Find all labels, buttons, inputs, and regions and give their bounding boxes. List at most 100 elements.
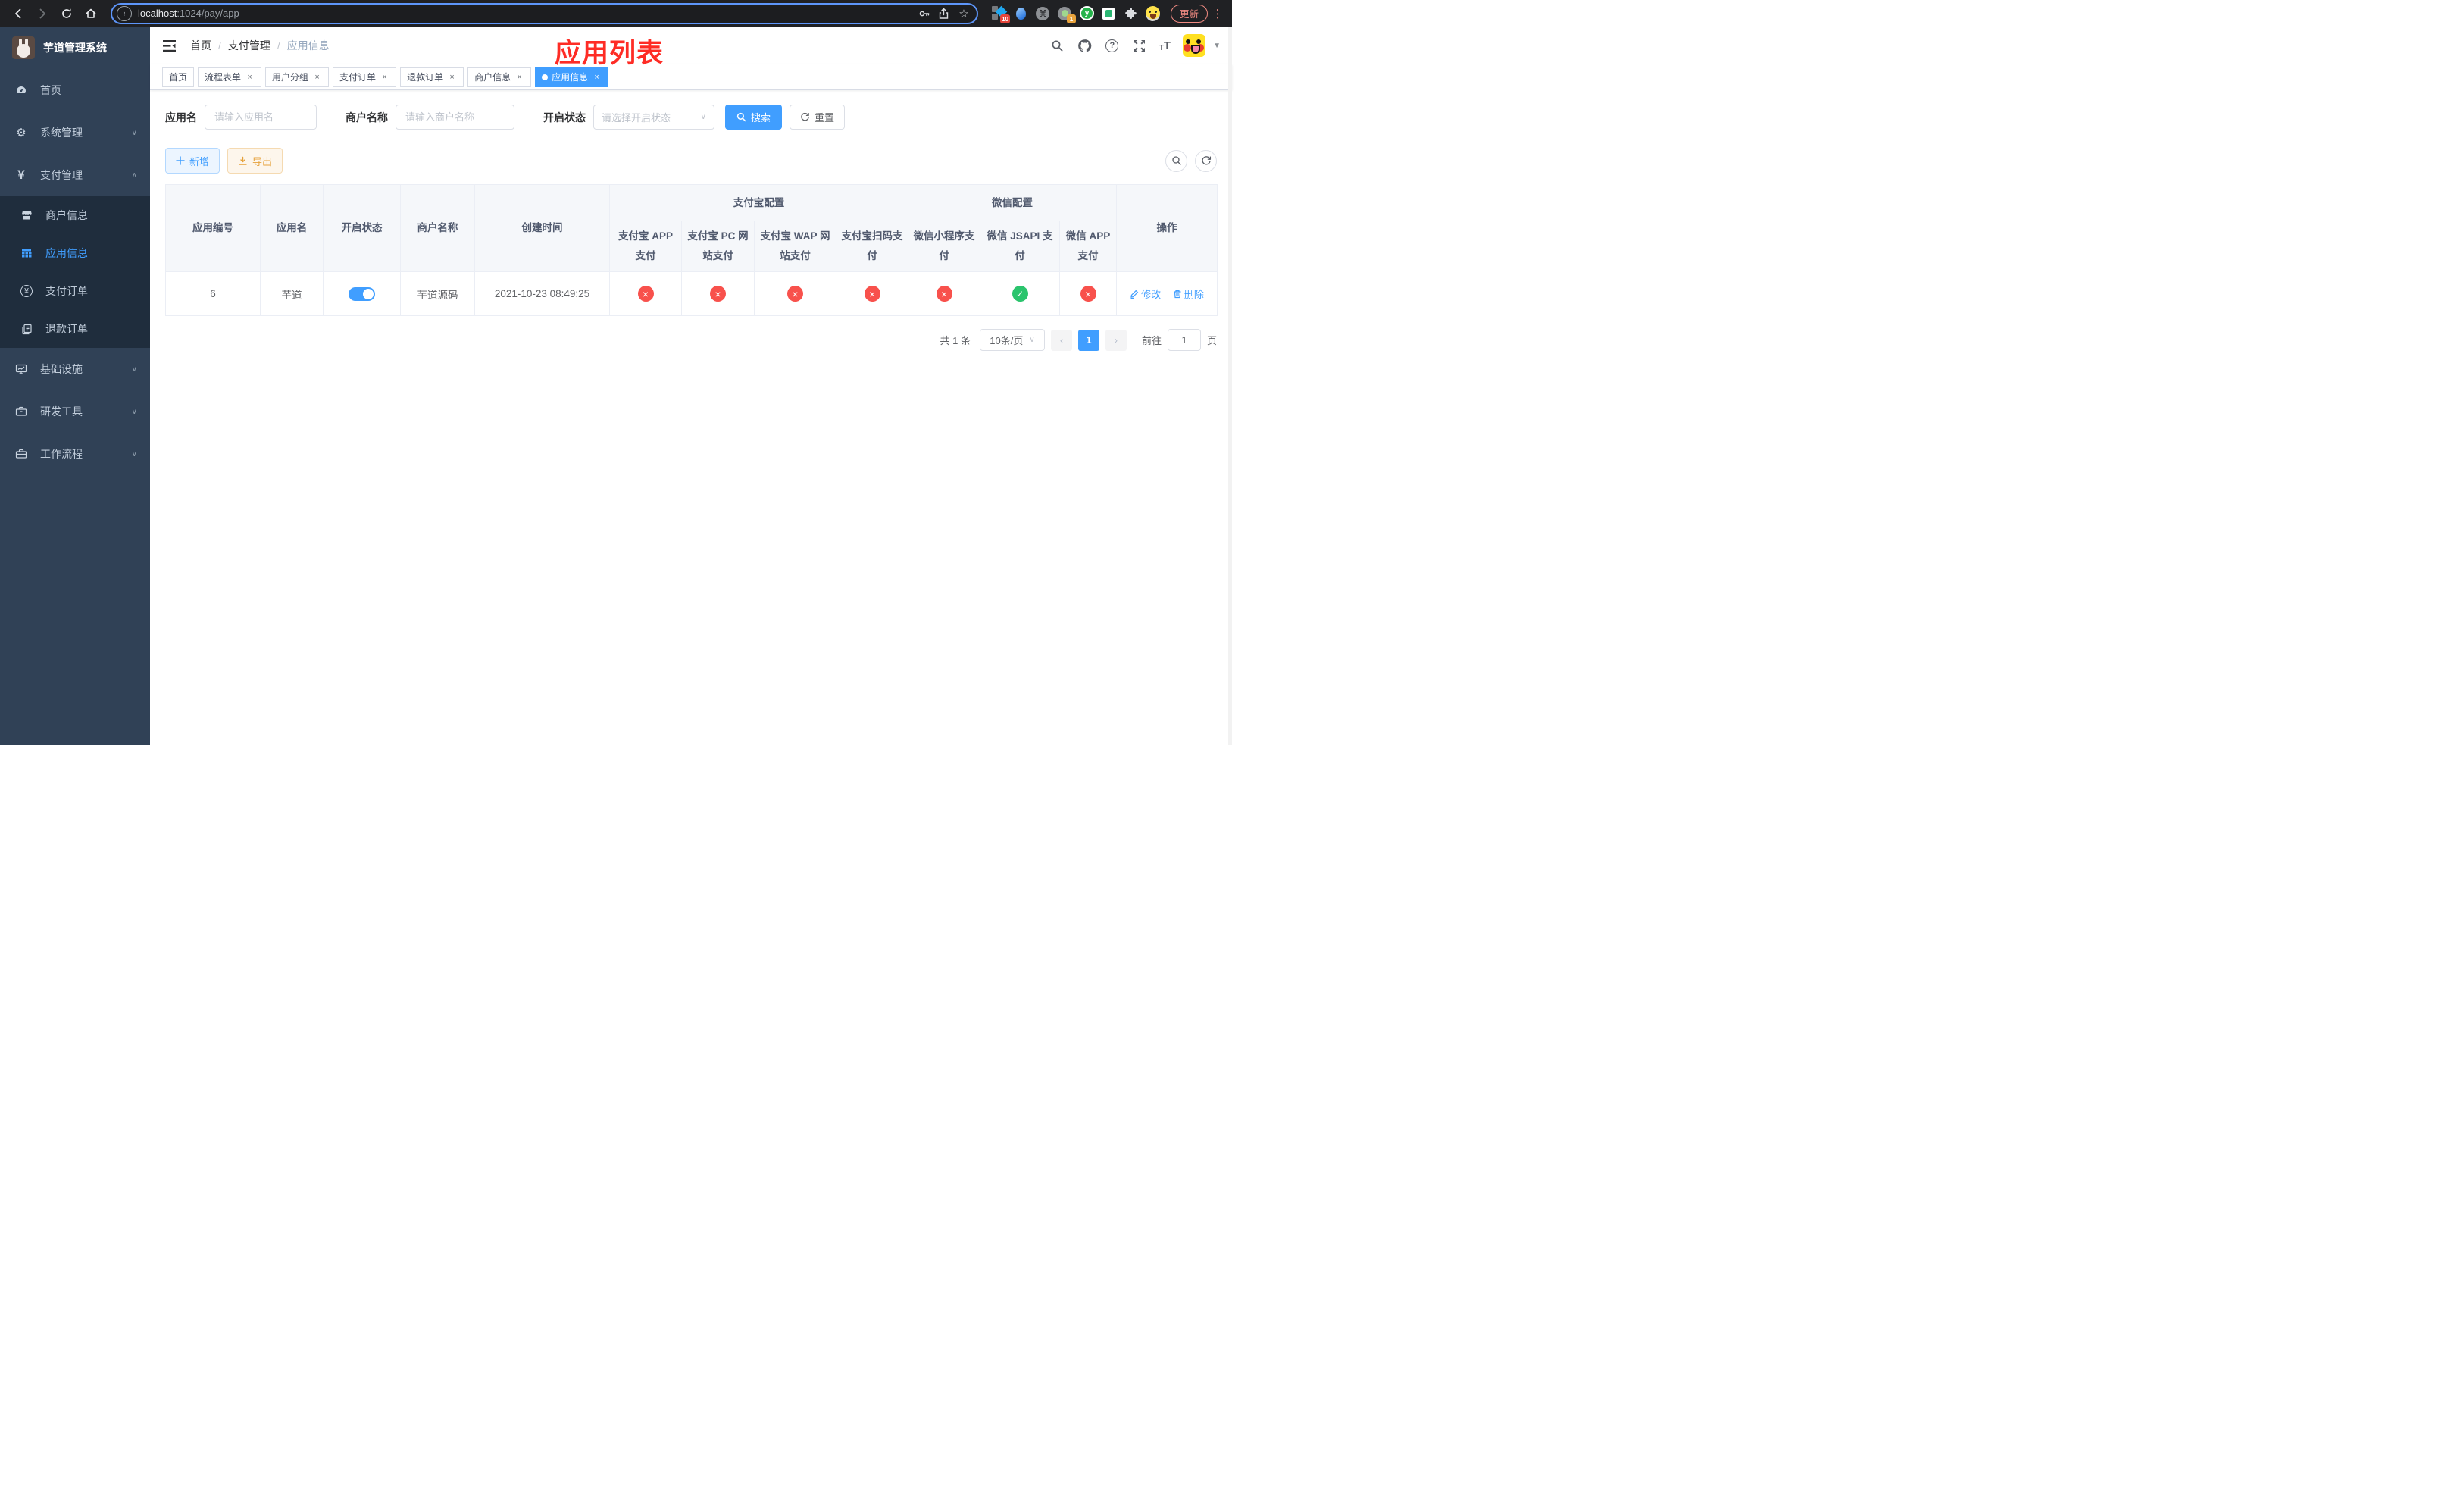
close-icon[interactable]: ×	[592, 72, 602, 82]
url-text[interactable]: localhost:1024/pay/app	[138, 8, 915, 19]
close-icon[interactable]: ×	[447, 72, 457, 82]
forward-icon[interactable]	[32, 3, 53, 24]
col-wechat-app: 微信 APP 支付	[1058, 221, 1118, 272]
cell-app-id: 6	[165, 271, 261, 316]
reset-button[interactable]: 重置	[790, 105, 846, 130]
edit-link[interactable]: 修改	[1130, 286, 1161, 301]
close-icon[interactable]: ×	[312, 72, 322, 82]
browser-toolbar: i localhost:1024/pay/app ☆ 10 ⌘ 1 y 更新 ⋮	[0, 0, 1232, 27]
page-content: 应用名 商户名称 开启状态 请选择开启状态 ∨ 搜索 重置	[150, 90, 1232, 745]
goto-page-input[interactable]	[1167, 329, 1201, 351]
delete-link-label: 删除	[1184, 289, 1204, 300]
sidebar-item-label: 支付订单	[45, 285, 88, 297]
status-select[interactable]: 请选择开启状态 ∨	[593, 105, 714, 130]
col-actions: 操作	[1116, 184, 1218, 272]
cell-created: 2021-10-23 08:49:25	[474, 271, 610, 316]
chevron-down-icon: ∨	[131, 449, 137, 459]
navbar-actions: ? TT ▼	[1050, 34, 1221, 57]
sidebar-item-label: 退款订单	[45, 323, 88, 335]
next-page-button[interactable]: ›	[1105, 329, 1127, 351]
extension-command-icon[interactable]: ⌘	[1036, 6, 1050, 20]
extension-recorder-icon[interactable]: 1	[1058, 6, 1076, 23]
current-page[interactable]: 1	[1077, 329, 1099, 351]
breadcrumb-home[interactable]: 首页	[190, 38, 211, 53]
sidebar-item-infrastructure[interactable]: 基础设施 ∨	[0, 348, 150, 390]
extension-blocks-icon[interactable]: 10	[991, 5, 1010, 23]
bookmark-star-icon[interactable]: ☆	[954, 4, 974, 23]
logo[interactable]: 芋道管理系统	[0, 27, 150, 69]
browser-menu-icon[interactable]: ⋮	[1211, 7, 1224, 20]
tag-label: 流程表单	[205, 72, 242, 83]
sidebar-item-label: 应用信息	[45, 247, 88, 259]
cell-app-name: 芋道	[260, 271, 324, 316]
fullscreen-icon[interactable]	[1132, 38, 1147, 53]
sidebar-item-pay-orders[interactable]: ¥ 支付订单	[0, 272, 150, 310]
extension-badge-2: 1	[1066, 14, 1076, 23]
home-icon[interactable]	[80, 3, 102, 24]
chevron-down-icon: ∨	[1029, 336, 1035, 344]
cell-actions: 修改 删除	[1116, 271, 1218, 316]
page-size-select[interactable]: 10条/页 ∨	[979, 329, 1045, 351]
extensions-puzzle-icon[interactable]	[1124, 6, 1138, 20]
status-toggle[interactable]	[349, 286, 375, 301]
chrome-update-button[interactable]: 更新	[1170, 4, 1208, 23]
tag-home[interactable]: 首页	[162, 67, 195, 87]
help-icon[interactable]: ?	[1105, 38, 1120, 53]
site-info-icon[interactable]: i	[117, 5, 132, 21]
top-navbar: 首页 / 支付管理 / 应用信息 应用列表 ? T T ▼	[150, 27, 1232, 68]
export-button-label: 导出	[252, 155, 273, 167]
sidebar-item-dev-tools[interactable]: 研发工具 ∨	[0, 390, 150, 433]
filter-form: 应用名 商户名称 开启状态 请选择开启状态 ∨ 搜索 重置	[165, 105, 1217, 130]
delete-link[interactable]: 删除	[1173, 286, 1204, 301]
back-icon[interactable]	[8, 3, 29, 24]
sidebar-item-refund-orders[interactable]: 退款订单	[0, 310, 150, 348]
tag-pay-orders[interactable]: 支付订单 ×	[333, 67, 397, 87]
sidebar-item-merchant-info[interactable]: 商户信息	[0, 196, 150, 234]
collapse-sidebar-icon[interactable]	[161, 37, 178, 54]
tag-merchant-info[interactable]: 商户信息 ×	[467, 67, 532, 87]
address-bar[interactable]: i localhost:1024/pay/app ☆	[111, 2, 978, 24]
sidebar-item-label: 系统管理	[40, 127, 83, 139]
sidebar-item-payment[interactable]: ¥ 支付管理 ∧	[0, 154, 150, 196]
add-button-label: 新增	[189, 155, 210, 167]
search-button[interactable]: 搜索	[725, 105, 783, 130]
merchant-name-input[interactable]	[396, 105, 514, 130]
avatar-caret-icon[interactable]: ▼	[1213, 42, 1221, 50]
sidebar-item-workflow[interactable]: 工作流程 ∨	[0, 433, 150, 475]
close-icon[interactable]: ×	[245, 72, 255, 82]
app-name-input[interactable]	[205, 105, 317, 130]
tag-label: 用户分组	[272, 72, 309, 83]
scrollbar[interactable]	[1228, 27, 1232, 745]
password-key-icon[interactable]	[915, 4, 934, 23]
merchant-name-label: 商户名称	[346, 111, 388, 124]
tag-refund-orders[interactable]: 退款订单 ×	[400, 67, 464, 87]
tag-user-group[interactable]: 用户分组 ×	[265, 67, 330, 87]
sidebar-item-system[interactable]: ⚙ 系统管理 ∨	[0, 111, 150, 154]
add-button[interactable]: 新增	[165, 148, 220, 174]
sidebar-item-app-info[interactable]: 应用信息	[0, 234, 150, 272]
refresh-button[interactable]	[1195, 149, 1217, 172]
prev-page-button[interactable]: ‹	[1050, 329, 1072, 351]
extension-y-icon[interactable]: y	[1079, 6, 1094, 20]
share-icon[interactable]	[934, 4, 954, 23]
cell-alipay-app	[609, 271, 682, 316]
close-icon[interactable]: ×	[514, 72, 524, 82]
user-avatar[interactable]	[1183, 34, 1206, 57]
extension-balloon-icon[interactable]	[1014, 6, 1028, 20]
reload-icon[interactable]	[56, 3, 77, 24]
hide-search-button[interactable]	[1165, 149, 1187, 172]
tag-process-form[interactable]: 流程表单 ×	[198, 67, 262, 87]
main-area: 首页 / 支付管理 / 应用信息 应用列表 ? T T ▼ 首页 流程表单 × …	[150, 27, 1232, 745]
search-icon[interactable]	[1050, 38, 1065, 53]
github-icon[interactable]	[1077, 38, 1093, 53]
export-button[interactable]: 导出	[227, 148, 283, 174]
sidebar-item-home[interactable]: 首页	[0, 69, 150, 111]
active-dot	[542, 74, 549, 80]
sidebar-item-label: 商户信息	[45, 209, 88, 221]
close-icon[interactable]: ×	[380, 72, 389, 82]
font-size-icon[interactable]: TT	[1159, 39, 1171, 52]
cell-wechat-app	[1058, 271, 1118, 316]
extension-chat-icon[interactable]	[1102, 6, 1116, 20]
app-table: 应用编号 应用名 开启状态 商户名称 创建时间 支付宝配置 微信配置 操作 支付…	[165, 184, 1218, 316]
profile-avatar-icon[interactable]	[1145, 5, 1160, 21]
